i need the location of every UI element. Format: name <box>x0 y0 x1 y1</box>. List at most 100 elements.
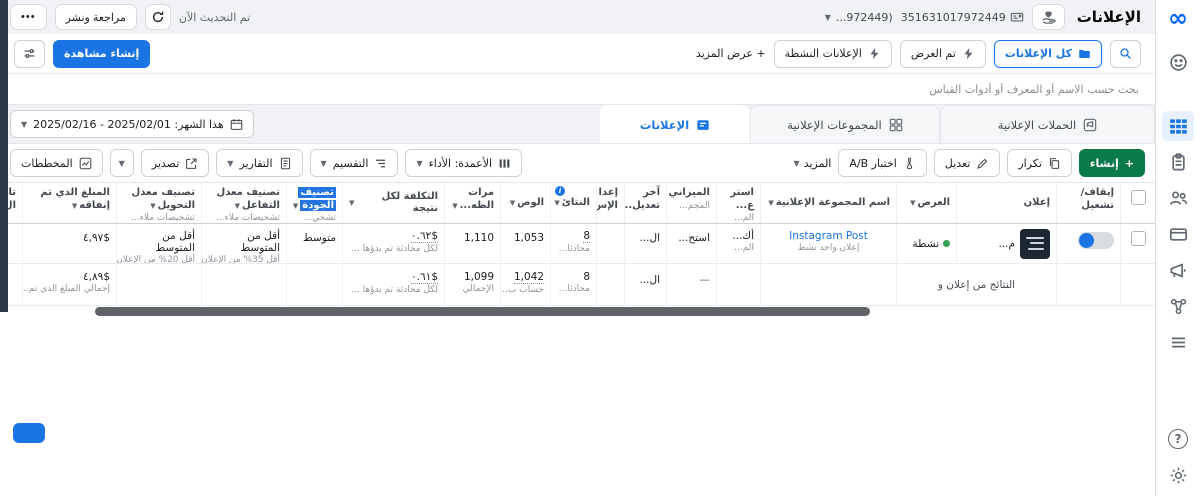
search-bar[interactable] <box>0 74 1155 104</box>
folder-icon <box>1078 47 1091 60</box>
filter-active-ads[interactable]: الإعلانات النشطة <box>774 40 892 68</box>
adset-cell: Instagram Post إعلان واحد نشط <box>761 224 897 263</box>
col-delivery[interactable]: العرض▼ <box>897 183 957 223</box>
col-last-edit[interactable]: آخرتعديل... <box>625 183 667 223</box>
sort-caret-icon: ▼ <box>452 202 457 210</box>
chat-support-button[interactable] <box>13 423 45 443</box>
billing-card-icon[interactable] <box>1162 219 1194 249</box>
export-button[interactable]: تصدير <box>141 149 210 177</box>
filter-all-ads[interactable]: كل الإعلانات <box>994 40 1102 68</box>
summary-label-cell: النتائج من إعلان و <box>897 264 1057 305</box>
smiley-icon[interactable] <box>1162 47 1194 77</box>
collapsed-panel-edge[interactable] <box>0 0 8 312</box>
col-ad[interactable]: إعلان <box>957 183 1057 223</box>
more-actions-dropdown[interactable]: المزيد▼ <box>794 157 832 170</box>
summary-budget: — <box>667 264 717 305</box>
show-more-filters[interactable]: + عرض المزيد <box>696 47 766 60</box>
tab-campaigns[interactable]: الحملات الإعلانية <box>940 105 1155 143</box>
sort-caret-icon: ▼ <box>910 199 915 208</box>
last-edit-cell: ال... <box>625 224 667 263</box>
date-range-label: هذا الشهر: 2025/02/01 - 2025/02/16 <box>33 118 223 131</box>
col-conversion-ranking[interactable]: تصنيف معدلالتحويل▼تشخيصات ملاء... <box>117 183 202 223</box>
summary-last-edit: ال... <box>625 264 667 305</box>
table-header: إيقاف/تشغيل إعلان العرض▼ اسم المجموعة ال… <box>0 182 1155 224</box>
horizontal-scrollbar[interactable] <box>95 307 870 316</box>
col-adset-name[interactable]: اسم المجموعة الإعلانية▼ <box>761 183 897 223</box>
summary-reach: 1,042حساب ب... <box>501 264 551 305</box>
col-bid-strategy[interactable]: استرع...الم... <box>717 183 761 223</box>
col-cost-per-result[interactable]: التكلفة لكل نتيجة▼ <box>343 183 445 223</box>
refresh-button[interactable] <box>145 4 171 30</box>
col-toggle: إيقاف/تشغيل <box>1057 183 1121 223</box>
col-quality-ranking[interactable]: تصنيفالجودة▼تشخي... <box>287 183 343 223</box>
sort-caret-icon: ▼ <box>293 202 298 210</box>
reports-table-icon[interactable] <box>1162 111 1194 141</box>
tab-ads-active[interactable]: الإعلانات <box>600 105 750 143</box>
delivery-status: نشطة <box>912 238 939 250</box>
col-impressions[interactable]: مراتالظه...▼ <box>445 183 501 223</box>
info-icon[interactable]: i <box>555 186 565 196</box>
spent-cell: ٤,٩٧$ <box>23 224 117 263</box>
clipboard-icon[interactable] <box>1162 147 1194 177</box>
connections-icon[interactable] <box>1162 291 1194 321</box>
search-button[interactable] <box>1110 40 1141 68</box>
charts-button[interactable]: المخططات <box>10 149 103 177</box>
table-row[interactable]: م... نشطة Instagram Post إعلان واحد نشط … <box>0 224 1155 264</box>
account-id: 351631017972449 <box>901 11 1006 24</box>
filter-panel: كل الإعلانات تم العرض الإعلانات النشطة +… <box>0 34 1155 105</box>
help-icon[interactable]: ? <box>1162 424 1194 454</box>
edit-button[interactable]: تعديل <box>934 149 1001 177</box>
col-amount-spent[interactable]: المبلغ الذي تمإنفاقه▼ <box>23 183 117 223</box>
reach-cell: 1,053 <box>501 224 551 263</box>
filters-sliders-button[interactable] <box>14 40 45 68</box>
breakdown-dropdown[interactable]: التقسيم▼ <box>310 149 399 177</box>
col-reach[interactable]: الوص▼ <box>501 183 551 223</box>
content-card: + إنشاء تكرار تعديل اختبار A/B المزيد▼ <box>0 143 1155 496</box>
actions-toolbar: + إنشاء تكرار تعديل اختبار A/B المزيد▼ <box>0 144 1155 182</box>
select-all-checkbox[interactable] <box>1131 190 1146 205</box>
all-tools-menu-icon[interactable] <box>1162 327 1194 357</box>
col-engagement-ranking[interactable]: تصنيف معدلالتفاعل▼تشخيصات ملاء... <box>202 183 287 223</box>
adset-link[interactable]: Instagram Post <box>789 230 868 242</box>
search-input[interactable] <box>465 83 1139 96</box>
chevron-down-icon: ▼ <box>227 159 233 168</box>
select-all-checkbox-cell <box>1121 183 1155 223</box>
more-options-button[interactable]: ••• <box>10 4 47 30</box>
account-id-badge: 351631017972449 <box>901 10 1024 24</box>
report-icon <box>279 157 292 170</box>
sort-caret-icon: ▼ <box>768 199 773 208</box>
col-budget[interactable]: الميزانيالمجم... <box>667 183 717 223</box>
ab-test-button[interactable]: اختبار A/B <box>838 149 926 177</box>
columns-icon <box>498 157 511 170</box>
create-view-button[interactable]: إنشاء مشاهدة <box>53 40 150 68</box>
reports-dropdown[interactable]: التقارير▼ <box>216 149 302 177</box>
ad-cell[interactable]: م... <box>957 224 1057 263</box>
col-results[interactable]: iالنتائ▼ <box>551 183 597 223</box>
megaphone-icon[interactable] <box>1162 255 1194 285</box>
tab-adsets[interactable]: المجموعات الإعلانية <box>750 105 940 143</box>
audiences-icon[interactable] <box>1162 183 1194 213</box>
review-publish-button[interactable]: مراجعة ونشر <box>55 4 137 30</box>
export-options-dropdown[interactable]: ▼ <box>110 149 134 177</box>
row-checkbox[interactable] <box>1131 231 1146 246</box>
sort-caret-icon: ▼ <box>349 199 354 208</box>
breakdown-icon <box>374 157 387 170</box>
create-button[interactable]: + إنشاء <box>1079 149 1145 177</box>
duplicate-button[interactable]: تكرار <box>1007 149 1072 177</box>
chevron-down-icon: ▼ <box>119 159 125 168</box>
quality-cell: متوسط <box>287 224 343 263</box>
filter-had-delivery[interactable]: تم العرض <box>900 40 986 68</box>
sort-caret-icon: ▼ <box>554 199 559 208</box>
ad-toggle-on[interactable] <box>1078 232 1114 249</box>
date-range-picker[interactable]: هذا الشهر: 2025/02/01 - 2025/02/16 ▼ <box>10 110 254 138</box>
account-selector-dropdown[interactable]: ...972449) ▼ <box>825 11 893 24</box>
selected-text: الجودة <box>300 200 336 211</box>
pencil-icon <box>976 157 989 170</box>
account-quality-button[interactable] <box>1032 4 1065 30</box>
bid-strategy-cell: أك...الم... <box>717 224 761 263</box>
col-attribution[interactable]: إعداالإس <box>597 183 625 223</box>
page-title: الإعلانات <box>1077 8 1141 26</box>
columns-dropdown[interactable]: الأعمدة: الأداء▼ <box>405 149 522 177</box>
cost-cell: ٠.٦٢$لكل محادثة تم بدؤها ... <box>343 224 445 263</box>
settings-gear-icon[interactable] <box>1162 460 1194 490</box>
